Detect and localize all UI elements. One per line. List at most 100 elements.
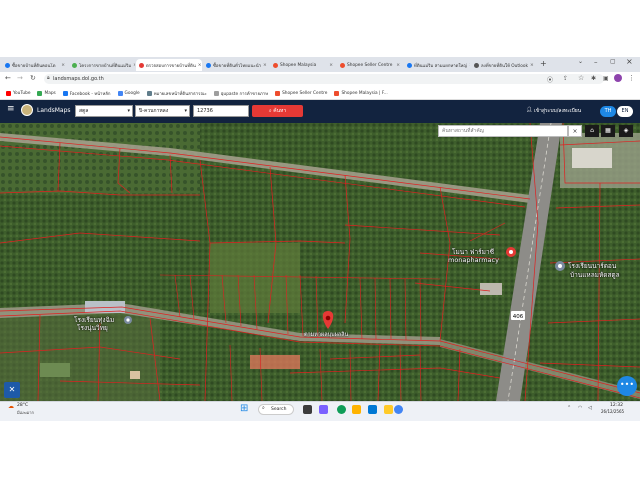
bookmark-star-icon[interactable]: ☆ <box>578 74 584 82</box>
lang-th-button[interactable]: TH <box>600 106 616 117</box>
user-icon: 👤︎ <box>526 107 533 113</box>
lang-en-button[interactable]: EN <box>617 106 633 117</box>
minimize-icon[interactable]: – <box>594 58 598 66</box>
bookmark-land[interactable]: หมายเลขหน้าที่ดินสาธารณะ <box>146 90 207 97</box>
school-label-right-2: บ้านแหลมหัดสตูล <box>570 271 620 279</box>
share-icon[interactable]: ⇪ <box>563 75 568 82</box>
weather-desc: มีเมฆมาก <box>17 410 34 415</box>
bookmark-maps[interactable]: Maps <box>37 90 56 96</box>
building <box>130 371 140 379</box>
close-icon[interactable]: × <box>198 63 202 68</box>
district-select[interactable]: ปิ-ควนกาหลง ▾ <box>135 105 190 117</box>
bookmark-qupaste[interactable]: qupaste การค้าขายภาษ <box>213 90 268 97</box>
grid-icon[interactable]: ▦ <box>601 125 615 137</box>
school-marker-icon[interactable] <box>555 261 565 271</box>
folder-icon[interactable] <box>384 405 393 414</box>
browser-tab[interactable]: ซื้อขายบ้านที่ดินคอนโด × <box>2 59 68 71</box>
weather-temp[interactable]: 28°C <box>17 403 28 408</box>
tab-search-icon[interactable]: ⌄ <box>578 58 583 65</box>
province-select[interactable]: สตูล ▾ <box>75 105 133 117</box>
browser-tab[interactable]: โครงการขายบ้านที่ดินแม่ริม× <box>69 59 135 71</box>
tab-favicon-icon <box>72 62 77 68</box>
road-number-label: 406 <box>513 314 524 320</box>
bookmark-google[interactable]: Google <box>117 90 140 96</box>
chevron-down-icon: ▾ <box>184 108 187 114</box>
task-view-icon[interactable] <box>303 405 312 414</box>
close-icon[interactable]: × <box>396 63 400 68</box>
extensions-icon[interactable]: ✱ <box>591 75 596 82</box>
map-canvas[interactable]: 406 <box>0 123 640 401</box>
map-search-input[interactable]: ค้นหาสถานที่สำคัญ <box>438 125 568 137</box>
tab-favicon-icon <box>340 62 345 68</box>
store-icon[interactable] <box>368 405 377 414</box>
bookmark-shopee-seller[interactable]: Shopee Seller Centre <box>275 90 327 96</box>
browser-tab[interactable]: ลงที่ขายที่ดินให้ Outlook × <box>471 59 535 71</box>
layers-icon[interactable]: ◈ <box>619 125 633 137</box>
tab-favicon-icon <box>206 62 211 68</box>
close-icon[interactable]: × <box>133 63 135 68</box>
bookmark-facebook[interactable]: Facebook - หน้าหลัก <box>62 90 111 97</box>
close-icon[interactable]: × <box>61 63 65 68</box>
browser-tab[interactable]: Shopee Seller Centre × <box>337 59 403 71</box>
building <box>572 148 612 168</box>
school-label-left-2: โรงนุ่นวิทยุ <box>77 324 108 332</box>
sports-field <box>40 363 70 377</box>
lock-icon[interactable]: 🔒︎ <box>47 75 50 81</box>
building <box>480 283 502 295</box>
hamburger-menu-icon[interactable]: ≡ <box>7 104 15 114</box>
pharmacy-marker-icon[interactable] <box>506 247 516 257</box>
windows-start-icon[interactable]: ⊞ <box>240 404 248 414</box>
parcel-number-input[interactable]: 12736 <box>193 105 249 117</box>
profile-avatar[interactable] <box>614 74 622 82</box>
volume-icon[interactable]: ◁ <box>588 405 592 411</box>
chevron-down-icon: ▾ <box>127 108 130 114</box>
bookmark-shopee-my[interactable]: Shopee Malaysia | F... <box>334 90 388 96</box>
search-icon: ⌕ <box>268 108 272 114</box>
close-icon[interactable]: × <box>263 63 267 68</box>
window-close-icon[interactable]: × <box>626 57 633 66</box>
search-button[interactable]: ⌕ ค้นหา <box>252 105 303 117</box>
shopee-icon <box>334 90 340 96</box>
school-marker-icon[interactable] <box>124 316 132 324</box>
browser-tab[interactable]: Shopee Malaysia × <box>270 59 336 71</box>
weather-icon: ☁ <box>8 403 14 410</box>
forward-icon[interactable]: → <box>17 74 23 82</box>
sidepanel-icon[interactable]: ▣ <box>603 75 609 82</box>
edge-icon[interactable] <box>337 405 346 414</box>
satellite-map[interactable]: 406 <box>0 123 640 401</box>
location-icon[interactable]: ⦿ <box>547 75 553 84</box>
cleared-field <box>210 243 300 313</box>
chat-icon[interactable] <box>319 405 328 414</box>
file-explorer-icon[interactable] <box>352 405 361 414</box>
clock-date[interactable]: 26/12/2565 <box>601 409 624 414</box>
more-menu-icon[interactable]: ⋮ <box>628 74 635 82</box>
chrome-icon[interactable] <box>394 405 403 414</box>
app-logo-text: LandsMaps <box>37 107 71 114</box>
close-icon[interactable]: × <box>329 63 333 68</box>
close-icon[interactable]: × <box>469 63 470 68</box>
back-icon[interactable]: ← <box>5 74 11 82</box>
tools-icon[interactable]: ✕ <box>4 382 20 398</box>
reload-icon[interactable]: ↻ <box>30 74 36 82</box>
maps-icon <box>37 90 43 96</box>
wifi-icon[interactable]: ◠ <box>578 405 582 411</box>
clock-time[interactable]: 12:32 <box>610 403 623 408</box>
login-link[interactable]: เข้าสู่ระบบ/ลงทะเบียน <box>534 107 581 115</box>
dol-logo-icon <box>21 104 33 116</box>
browser-tab-active[interactable]: ตรวจสอบการขายบ้านที่ดิน × <box>136 59 202 71</box>
tab-favicon-icon <box>139 62 144 68</box>
tray-chevron-icon[interactable]: ⌃ <box>567 405 571 411</box>
address-bar[interactable]: landsmaps.dol.go.th <box>44 74 604 84</box>
new-tab-icon[interactable]: + <box>540 59 547 68</box>
home-icon[interactable]: ⌂ <box>585 125 599 137</box>
maximize-icon[interactable]: ▢ <box>610 58 616 65</box>
browser-tab[interactable]: ที่ดินแม่ริม สามแยกหาดใหญ่× <box>404 59 470 71</box>
bookmarks-bar: YouTube Maps Facebook - หน้าหลัก Google … <box>0 87 640 100</box>
bookmark-youtube[interactable]: YouTube <box>6 90 30 96</box>
more-options-icon[interactable]: ••• <box>617 376 637 396</box>
browser-tab[interactable]: ซื้อขายที่ดินทั่วไทยแนะนำ × <box>203 59 269 71</box>
tab-favicon-icon <box>474 62 479 68</box>
clear-search-icon[interactable]: × <box>568 125 582 137</box>
close-icon[interactable]: × <box>530 63 534 68</box>
tab-favicon-icon <box>273 62 278 68</box>
